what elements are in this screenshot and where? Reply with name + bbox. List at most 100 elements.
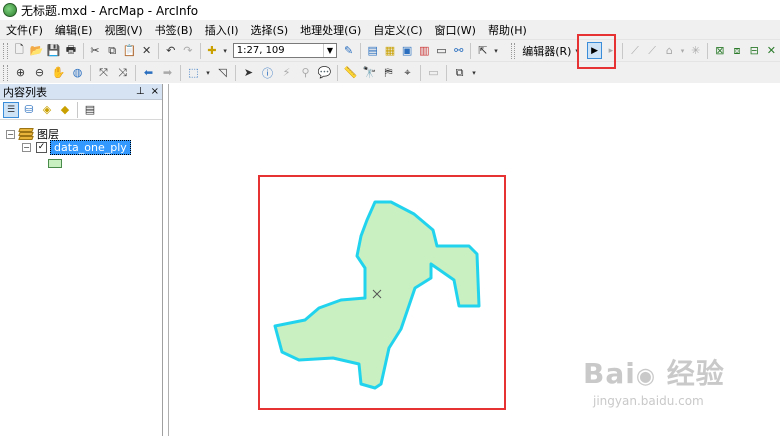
zoom-in-icon[interactable]: ⊕	[12, 64, 29, 81]
menu-selection[interactable]: 选择(S)	[245, 22, 295, 38]
list-by-source-icon[interactable]: ⛁	[21, 102, 37, 118]
select-elements-icon[interactable]: ➤	[240, 64, 257, 81]
overflow-chevron-icon[interactable]: ▾	[470, 64, 478, 81]
trace-icon[interactable]: ⌂	[662, 42, 677, 59]
menu-file[interactable]: 文件(F)	[0, 22, 49, 38]
model-builder-icon[interactable]: ⚯	[451, 42, 466, 59]
zoom-out-icon[interactable]: ⊖	[31, 64, 48, 81]
legend-symbol-swatch[interactable]	[48, 159, 62, 168]
save-icon[interactable]: 💾	[46, 42, 61, 59]
new-document-icon[interactable]: 🗋	[12, 42, 27, 59]
chevron-down-icon[interactable]: ▼	[323, 44, 336, 57]
layer-visibility-checkbox[interactable]: ✓	[36, 142, 47, 153]
collapse-icon[interactable]: −	[22, 143, 31, 152]
menu-edit[interactable]: 编辑(E)	[49, 22, 99, 38]
paste-icon[interactable]: 📋	[122, 42, 137, 59]
create-viewer-window-icon[interactable]: ⧉	[451, 64, 468, 81]
go-back-extent-icon[interactable]: ⬅	[140, 64, 157, 81]
menu-windows[interactable]: 窗口(W)	[429, 22, 482, 38]
toc-options-icon[interactable]: ▤	[82, 102, 98, 118]
select-features-icon[interactable]: ⬚	[185, 64, 202, 81]
menu-customize[interactable]: 自定义(C)	[367, 22, 428, 38]
separator	[622, 42, 624, 59]
toc-toolbar: ☰ ⛁ ◈ ◆ ▤	[0, 100, 162, 120]
reshape-feature-icon[interactable]: ⧈	[729, 42, 744, 59]
construction-dropdown-icon[interactable]: ▾	[679, 42, 686, 59]
copy-icon[interactable]: ⧉	[105, 42, 120, 59]
table-of-contents-icon[interactable]: ▤	[365, 42, 380, 59]
full-extent-icon[interactable]: ◍	[69, 64, 86, 81]
go-to-xy-icon[interactable]: ⌖	[399, 64, 416, 81]
standard-toolbar: 🗋 📂 💾 🖶 ✂ ⧉ 📋 ✕ ↶ ↷ ✚ ▾ 1:27, 109 ▼ ✎ ▤ …	[0, 39, 780, 61]
list-by-visibility-icon[interactable]: ◈	[39, 102, 55, 118]
time-slider-icon[interactable]: ▭	[425, 64, 442, 81]
toc-title: 内容列表	[3, 85, 47, 99]
find-binoculars-icon[interactable]: 🔭	[361, 64, 378, 81]
edit-vertices-icon[interactable]: ⊠	[712, 42, 727, 59]
tools-toolbar: ⊕ ⊖ ✋ ◍ ⤧ ⤨ ⬅ ➡ ⬚ ▾ ◹ ➤ ⓘ ⚡ ⚲ 💬 📏 🔭 ⛿ ⌖ …	[0, 61, 780, 83]
menu-bookmarks[interactable]: 书签(B)	[149, 22, 199, 38]
baidu-watermark: Bai◉ 经验 jingyan.baidu.com	[583, 352, 725, 408]
menu-geoprocessing[interactable]: 地理处理(G)	[294, 22, 367, 38]
fixed-zoom-out-icon[interactable]: ⤨	[114, 64, 131, 81]
html-popup-icon[interactable]: ⚲	[297, 64, 314, 81]
separator	[135, 64, 136, 81]
select-dropdown-icon[interactable]: ▾	[204, 64, 212, 81]
add-data-icon[interactable]: ✚	[204, 42, 219, 59]
separator	[199, 42, 201, 59]
menu-bar: 文件(F) 编辑(E) 视图(V) 书签(B) 插入(I) 选择(S) 地理处理…	[0, 20, 780, 39]
cut-icon[interactable]: ✂	[87, 42, 102, 59]
toolbar-grip[interactable]	[3, 64, 8, 81]
separator	[77, 101, 78, 118]
go-forward-extent-icon[interactable]: ➡	[159, 64, 176, 81]
pin-icon[interactable]: ⊥	[136, 86, 145, 97]
close-icon[interactable]: ×	[151, 86, 159, 97]
html-popup-window-icon[interactable]: 💬	[316, 64, 333, 81]
search-window-icon[interactable]: ▣	[400, 42, 415, 59]
layer-name[interactable]: data_one_ply	[50, 140, 131, 155]
editor-menu-label[interactable]: 编辑器(R)	[522, 43, 571, 59]
separator	[470, 42, 472, 59]
measure-icon[interactable]: 📏	[342, 64, 359, 81]
pan-hand-icon[interactable]: ✋	[50, 64, 67, 81]
separator	[90, 64, 91, 81]
editor-toolbar-icon[interactable]: ✎	[341, 42, 356, 59]
hyperlink-icon[interactable]: ⚡	[278, 64, 295, 81]
list-by-drawing-order-icon[interactable]: ☰	[3, 101, 19, 118]
open-folder-icon[interactable]: 📂	[29, 42, 44, 59]
toc-layer-row[interactable]: − ✓ data_one_ply	[22, 140, 131, 155]
identify-icon[interactable]: ⓘ	[259, 64, 276, 81]
separator	[82, 42, 84, 59]
arctoolbox-icon[interactable]: ▥	[417, 42, 432, 59]
delete-icon[interactable]: ✕	[139, 42, 154, 59]
layer-legend-row[interactable]	[48, 159, 62, 168]
point-icon[interactable]: ✳	[688, 42, 703, 59]
toolbar-grip[interactable]	[3, 42, 8, 59]
arc-segment-icon[interactable]: ⟋	[645, 42, 660, 59]
undo-icon[interactable]: ↶	[163, 42, 178, 59]
split-tool-icon[interactable]: ✕	[764, 42, 779, 59]
clear-selection-icon[interactable]: ◹	[214, 64, 231, 81]
cut-polygons-icon[interactable]: ⊟	[747, 42, 762, 59]
toolbar-grip[interactable]	[510, 42, 516, 59]
redo-icon[interactable]: ↷	[180, 42, 195, 59]
fixed-zoom-in-icon[interactable]: ⤧	[95, 64, 112, 81]
menu-help[interactable]: 帮助(H)	[482, 22, 533, 38]
menu-insert[interactable]: 插入(I)	[199, 22, 245, 38]
whats-this-icon[interactable]: ⇱	[475, 42, 490, 59]
dropdown-arrow-icon[interactable]: ▾	[222, 42, 229, 59]
collapse-icon[interactable]: −	[6, 129, 15, 139]
separator	[420, 64, 421, 81]
straight-segment-icon[interactable]: ⟋	[627, 42, 642, 59]
find-route-icon[interactable]: ⛿	[380, 64, 397, 81]
toc-header: 内容列表 ⊥ ×	[0, 84, 162, 100]
separator	[235, 64, 236, 81]
catalog-icon[interactable]: ▦	[382, 42, 397, 59]
python-window-icon[interactable]: ▭	[434, 42, 449, 59]
list-by-selection-icon[interactable]: ◆	[57, 102, 73, 118]
map-scale-combo[interactable]: 1:27, 109 ▼	[232, 43, 337, 58]
print-icon[interactable]: 🖶	[63, 42, 78, 59]
overflow-chevron-icon[interactable]: ▾	[492, 42, 499, 59]
menu-view[interactable]: 视图(V)	[98, 22, 148, 38]
table-of-contents-pane: 内容列表 ⊥ × ☰ ⛁ ◈ ◆ ▤ − 图层 − ✓ data_one_ply	[0, 84, 163, 436]
